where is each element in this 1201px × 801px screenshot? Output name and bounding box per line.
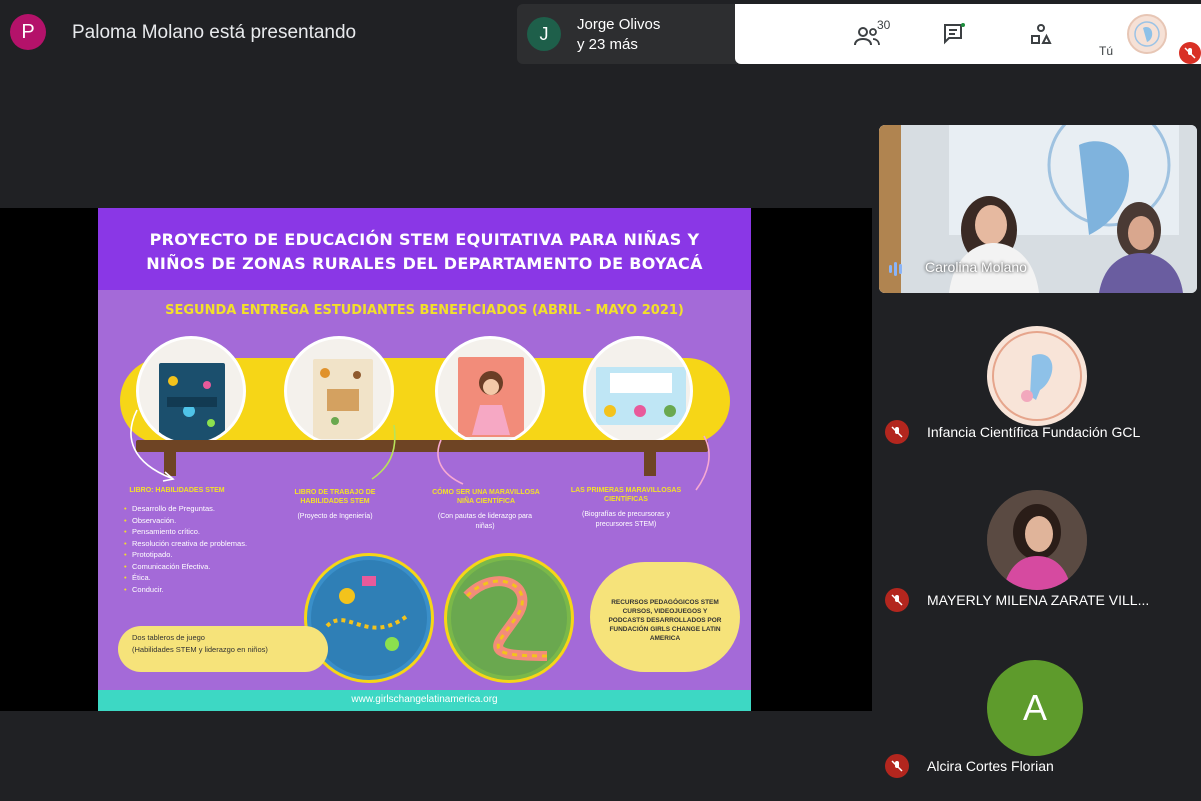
boards-callout: Dos tableros de juego (Habilidades STEM … bbox=[118, 626, 328, 672]
self-avatar[interactable] bbox=[1127, 14, 1167, 54]
activities-icon[interactable] bbox=[1027, 20, 1055, 48]
participants-summary[interactable]: J Jorge Olivos y 23 más bbox=[517, 4, 737, 64]
avatar bbox=[987, 490, 1087, 590]
participant-name: Infancia Científica Fundación GCL bbox=[927, 424, 1141, 440]
people-count: 30 bbox=[877, 18, 891, 32]
audio-level-icon bbox=[889, 259, 913, 279]
participant-name: Alcira Cortes Florian bbox=[927, 758, 1054, 774]
mic-off-icon bbox=[885, 588, 909, 612]
arrow-1 bbox=[130, 409, 175, 482]
slide-title: PROYECTO DE EDUCACIÓN STEM EQUITATIVA PA… bbox=[128, 228, 721, 276]
participant-name: MAYERLY MILENA ZARATE VILL... bbox=[927, 592, 1150, 608]
participants-more: y 23 más bbox=[577, 36, 638, 53]
game-board-2 bbox=[444, 553, 574, 683]
slide-header: PROYECTO DE EDUCACIÓN STEM EQUITATIVA PA… bbox=[98, 208, 751, 290]
list-item: Ética. bbox=[124, 572, 324, 584]
participant-tile-alcira[interactable]: A Alcira Cortes Florian bbox=[879, 630, 1197, 790]
video-tile-carolina[interactable]: Carolina Molano bbox=[879, 125, 1197, 293]
presentation-stage: PROYECTO DE EDUCACIÓN STEM EQUITATIVA PA… bbox=[0, 208, 872, 711]
slide-url: www.girlschangelatinamerica.org bbox=[351, 694, 498, 705]
mic-off-icon bbox=[885, 420, 909, 444]
boards-callout-line2: (Habilidades STEM y liderazgo en niños) bbox=[132, 645, 268, 654]
list-item: Prototipado. bbox=[124, 549, 324, 561]
mic-off-icon[interactable] bbox=[1179, 42, 1201, 64]
video-tile-name: Carolina Molano bbox=[925, 259, 1027, 275]
arrow-4 bbox=[695, 435, 710, 491]
shelf-leg bbox=[644, 452, 656, 476]
self-label: Tú bbox=[1099, 44, 1114, 58]
avatar bbox=[987, 326, 1087, 426]
participant-tile-mayerly[interactable]: MAYERLY MILENA ZARATE VILL... bbox=[879, 460, 1197, 620]
column-4-text: (Biografías de precursoras y precursores… bbox=[582, 511, 670, 528]
column-3-text: (Con pautas de liderazgo para niñas) bbox=[437, 513, 533, 530]
boards-callout-line1: Dos tableros de juego bbox=[132, 633, 205, 642]
book-cover-4 bbox=[596, 367, 686, 425]
top-right-controls: 30 Tú bbox=[735, 4, 1201, 64]
shelf bbox=[136, 440, 708, 452]
list-item: Observación. bbox=[124, 515, 324, 527]
list-item: Comunicación Efectiva. bbox=[124, 561, 324, 573]
participant-avatar: J bbox=[527, 17, 561, 51]
meet-window: P Paloma Molano está presentando J Jorge… bbox=[0, 0, 1201, 801]
slide-title-line1: PROYECTO DE EDUCACIÓN STEM EQUITATIVA PA… bbox=[149, 230, 700, 249]
column-4-title: LAS PRIMERAS MARAVILLOSAS CIENTÍFICAS bbox=[570, 487, 682, 503]
resources-callout: Recursos pedagógicos STEM cursos, videoj… bbox=[590, 562, 740, 672]
slide-title-line2: NIÑOS DE ZONAS RURALES DEL DEPARTAMENTO … bbox=[146, 254, 703, 273]
chat-icon[interactable] bbox=[940, 20, 968, 48]
column-3-title: CÓMO SER UNA MARAVILLOSA NIÑA CIENTÍFICA bbox=[432, 489, 540, 505]
participants-name: Jorge Olivos bbox=[577, 16, 661, 33]
list-item: Conducir. bbox=[124, 584, 324, 596]
presenting-status: Paloma Molano está presentando bbox=[72, 22, 357, 43]
presenter-avatar: P bbox=[10, 14, 46, 50]
list-item: Pensamiento crítico. bbox=[124, 526, 324, 538]
column-1-title: LIBRO: HABILIDADES STEM bbox=[129, 487, 225, 494]
arrow-2 bbox=[371, 424, 396, 480]
slide-footer: www.girlschangelatinamerica.org bbox=[98, 690, 751, 711]
avatar: A bbox=[987, 660, 1083, 756]
slide-subtitle: SEGUNDA ENTREGA ESTUDIANTES BENEFICIADOS… bbox=[165, 303, 684, 318]
participant-tile-infancia[interactable]: Infancia Científica Fundación GCL bbox=[879, 296, 1197, 456]
skills-list: Desarrollo de Preguntas. Observación. Pe… bbox=[124, 503, 324, 595]
book-circle-3 bbox=[435, 336, 545, 446]
top-bar: P Paloma Molano está presentando J Jorge… bbox=[0, 0, 1201, 68]
book-cover-3 bbox=[458, 357, 524, 437]
list-item: Desarrollo de Preguntas. bbox=[124, 503, 324, 515]
game-board-1 bbox=[304, 553, 434, 683]
arrow-3 bbox=[437, 439, 464, 485]
list-item: Resolución creativa de problemas. bbox=[124, 538, 324, 550]
book-circle-4 bbox=[583, 336, 693, 446]
mic-off-icon bbox=[885, 754, 909, 778]
presentation-slide: PROYECTO DE EDUCACIÓN STEM EQUITATIVA PA… bbox=[98, 208, 751, 711]
